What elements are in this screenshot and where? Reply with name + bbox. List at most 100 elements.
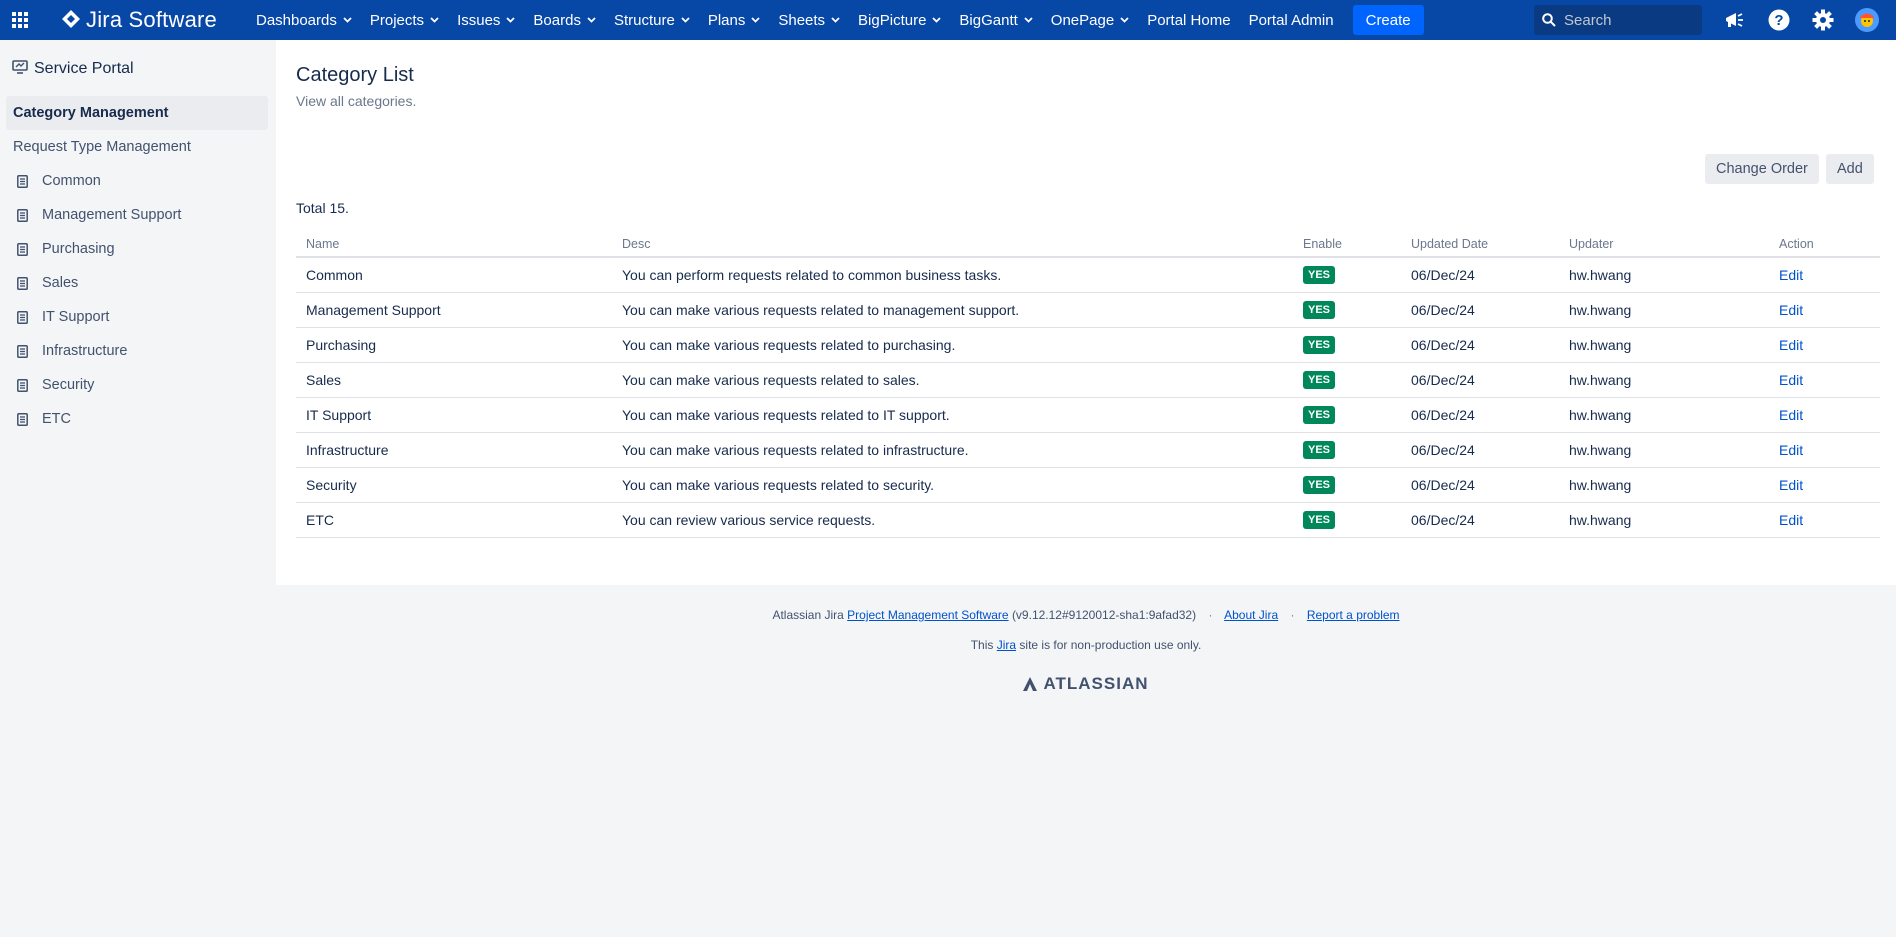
sidebar-item-common[interactable]: Common <box>0 164 276 198</box>
search-input[interactable] <box>1564 11 1684 29</box>
document-icon <box>17 242 28 256</box>
chevron-down-icon <box>430 17 439 23</box>
sidebar-item-security[interactable]: Security <box>0 368 276 402</box>
sidebar-item-management-support[interactable]: Management Support <box>0 198 276 232</box>
nav-item-bigpicture[interactable]: BigPicture <box>849 0 950 40</box>
about-jira-link[interactable]: About Jira <box>1224 608 1278 622</box>
sidebar-link-category-management[interactable]: Category Management <box>6 96 268 130</box>
table-row: Purchasing You can make various requests … <box>296 327 1880 363</box>
main-content: Category List View all categories. Chang… <box>276 40 1896 585</box>
nav-item-plans[interactable]: Plans <box>699 0 770 40</box>
nav-item-sheets[interactable]: Sheets <box>769 0 849 40</box>
document-icon <box>17 344 28 358</box>
nav-item-boards[interactable]: Boards <box>524 0 605 40</box>
cell-name: Common <box>296 257 612 293</box>
search-box[interactable] <box>1534 5 1702 35</box>
cell-updater: hw.hwang <box>1559 397 1769 433</box>
edit-link[interactable]: Edit <box>1779 407 1803 423</box>
cell-updated-date: 06/Dec/24 <box>1401 257 1559 293</box>
enable-badge: YES <box>1303 406 1336 424</box>
chevron-down-icon <box>506 17 516 23</box>
category-table: Name Desc Enable Updated Date Updater Ac… <box>296 232 1880 538</box>
footer-separator: · <box>1208 608 1213 622</box>
cell-name-text: ETC <box>306 511 334 528</box>
cell-action: Edit <box>1769 467 1880 503</box>
cell-desc: You can perform requests related to comm… <box>612 257 1293 293</box>
edit-link[interactable]: Edit <box>1779 337 1803 353</box>
enable-badge: YES <box>1303 301 1336 319</box>
nav-item-projects[interactable]: Projects <box>361 0 448 40</box>
table-row: Security You can make various requests re… <box>296 467 1880 503</box>
sidebar-item-purchasing[interactable]: Purchasing <box>0 232 276 266</box>
nav-item-issues[interactable]: Issues <box>448 0 524 40</box>
change-order-button[interactable]: Change Order <box>1705 154 1819 184</box>
user-avatar-icon[interactable] <box>1847 0 1887 40</box>
project-management-software-link[interactable]: Project Management Software <box>847 608 1008 622</box>
cell-name-text: IT Support <box>306 406 372 423</box>
sidebar-item-sales[interactable]: Sales <box>0 266 276 300</box>
add-button[interactable]: Add <box>1826 154 1874 184</box>
cell-action: Edit <box>1769 362 1880 398</box>
create-button[interactable]: Create <box>1352 5 1424 35</box>
chevron-down-icon <box>1024 17 1033 23</box>
nav-item-onepage[interactable]: OnePage <box>1042 0 1138 40</box>
column-header-enable: Enable <box>1293 232 1401 258</box>
sidebar-item-etc[interactable]: ETC <box>0 402 276 436</box>
app-switcher-icon[interactable] <box>0 0 40 40</box>
sidebar-item-label: Common <box>42 173 101 189</box>
cell-name: ETC <box>296 502 612 538</box>
main-menu: Dashboards Projects Issues Boards Structure P… <box>247 0 1343 40</box>
sidebar-item-it-support[interactable]: IT Support <box>0 300 276 334</box>
column-header-updated-date: Updated Date <box>1401 232 1559 258</box>
cell-updated-date: 06/Dec/24 <box>1401 397 1559 433</box>
cell-updater-text: hw.hwang <box>1569 511 1632 528</box>
cell-updater-text: hw.hwang <box>1569 406 1632 423</box>
cell-updater-text: hw.hwang <box>1569 441 1632 458</box>
cell-updated-date-text: 06/Dec/24 <box>1411 511 1475 528</box>
jira-logo[interactable]: Jira Software <box>62 7 217 33</box>
cell-desc-text: You can make various requests related to… <box>622 371 920 388</box>
cell-name: Sales <box>296 362 612 398</box>
edit-link[interactable]: Edit <box>1779 267 1803 283</box>
help-icon[interactable]: ? <box>1759 0 1799 40</box>
chevron-down-icon <box>932 17 942 23</box>
cell-updater-text: hw.hwang <box>1569 476 1632 493</box>
cell-desc-text: You can make various requests related to… <box>622 406 950 423</box>
nav-item-portal-admin[interactable]: Portal Admin <box>1240 0 1343 40</box>
chevron-down-icon <box>587 17 596 23</box>
edit-link[interactable]: Edit <box>1779 512 1803 528</box>
cell-name-text: Purchasing <box>306 336 377 353</box>
sidebar-item-infrastructure[interactable]: Infrastructure <box>0 334 276 368</box>
cell-updated-date: 06/Dec/24 <box>1401 292 1559 328</box>
edit-link[interactable]: Edit <box>1779 302 1803 318</box>
footer-notice-pre: This <box>970 638 994 652</box>
nav-item-structure[interactable]: Structure <box>605 0 699 40</box>
sidebar-item-label: Sales <box>42 275 79 291</box>
enable-badge: YES <box>1303 441 1336 459</box>
settings-gear-icon[interactable] <box>1803 0 1843 40</box>
edit-link[interactable]: Edit <box>1779 372 1803 388</box>
nav-item-biggantt[interactable]: BigGantt <box>950 0 1041 40</box>
nav-item-dashboards[interactable]: Dashboards <box>247 0 361 40</box>
cell-action: Edit <box>1769 397 1880 433</box>
chevron-down-icon <box>343 17 352 23</box>
cell-desc-text: You can make various requests related to… <box>622 441 969 458</box>
nav-item-portal-home[interactable]: Portal Home <box>1138 0 1239 40</box>
table-row: IT Support You can make various requests … <box>296 397 1880 433</box>
jira-link[interactable]: Jira <box>997 638 1016 652</box>
edit-link[interactable]: Edit <box>1779 442 1803 458</box>
cell-desc: You can make various requests related to… <box>612 362 1293 398</box>
chevron-down-icon <box>1120 17 1129 23</box>
enable-badge: YES <box>1303 511 1336 529</box>
edit-link[interactable]: Edit <box>1779 477 1803 493</box>
sidebar-link-request-type-management[interactable]: Request Type Management <box>6 130 268 164</box>
cell-desc-text: You can make various requests related to… <box>622 476 935 493</box>
cell-updater: hw.hwang <box>1559 502 1769 538</box>
cell-desc-text: You can review various service requests. <box>622 511 876 528</box>
report-problem-link[interactable]: Report a problem <box>1307 608 1400 622</box>
cell-enable: YES <box>1293 362 1401 398</box>
cell-enable: YES <box>1293 327 1401 363</box>
table-row: Infrastructure You can make various reque… <box>296 432 1880 468</box>
notifications-megaphone-icon[interactable] <box>1715 0 1755 40</box>
cell-name-text: Sales <box>306 371 342 388</box>
